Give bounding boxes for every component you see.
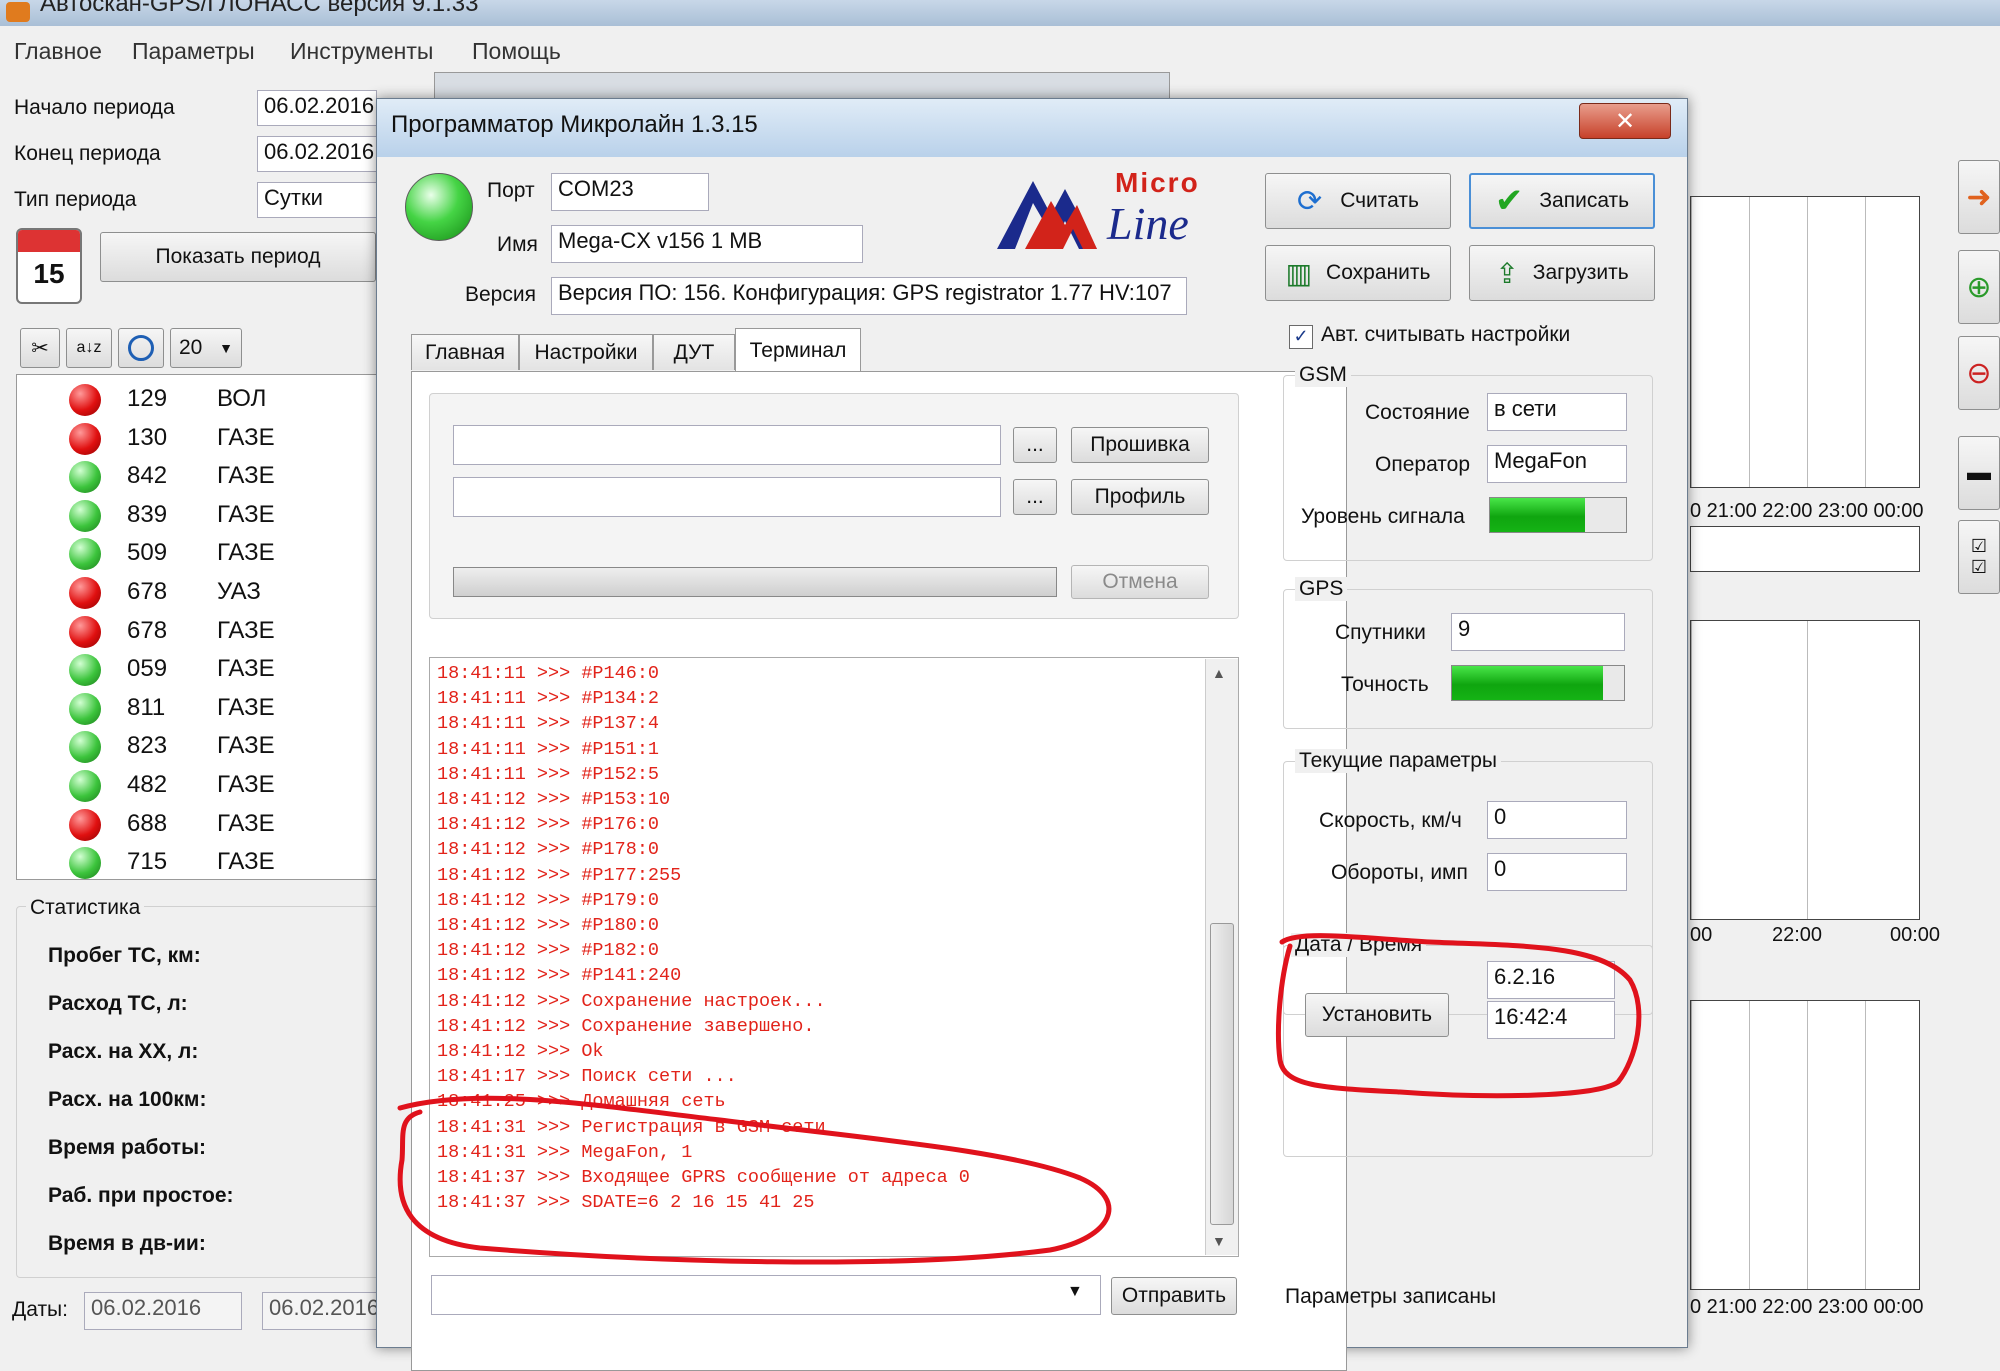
annotation-circle-datetime <box>1275 933 1642 1099</box>
annotation-overlay <box>397 933 1642 1265</box>
annotation-circle-log <box>397 1095 1112 1265</box>
